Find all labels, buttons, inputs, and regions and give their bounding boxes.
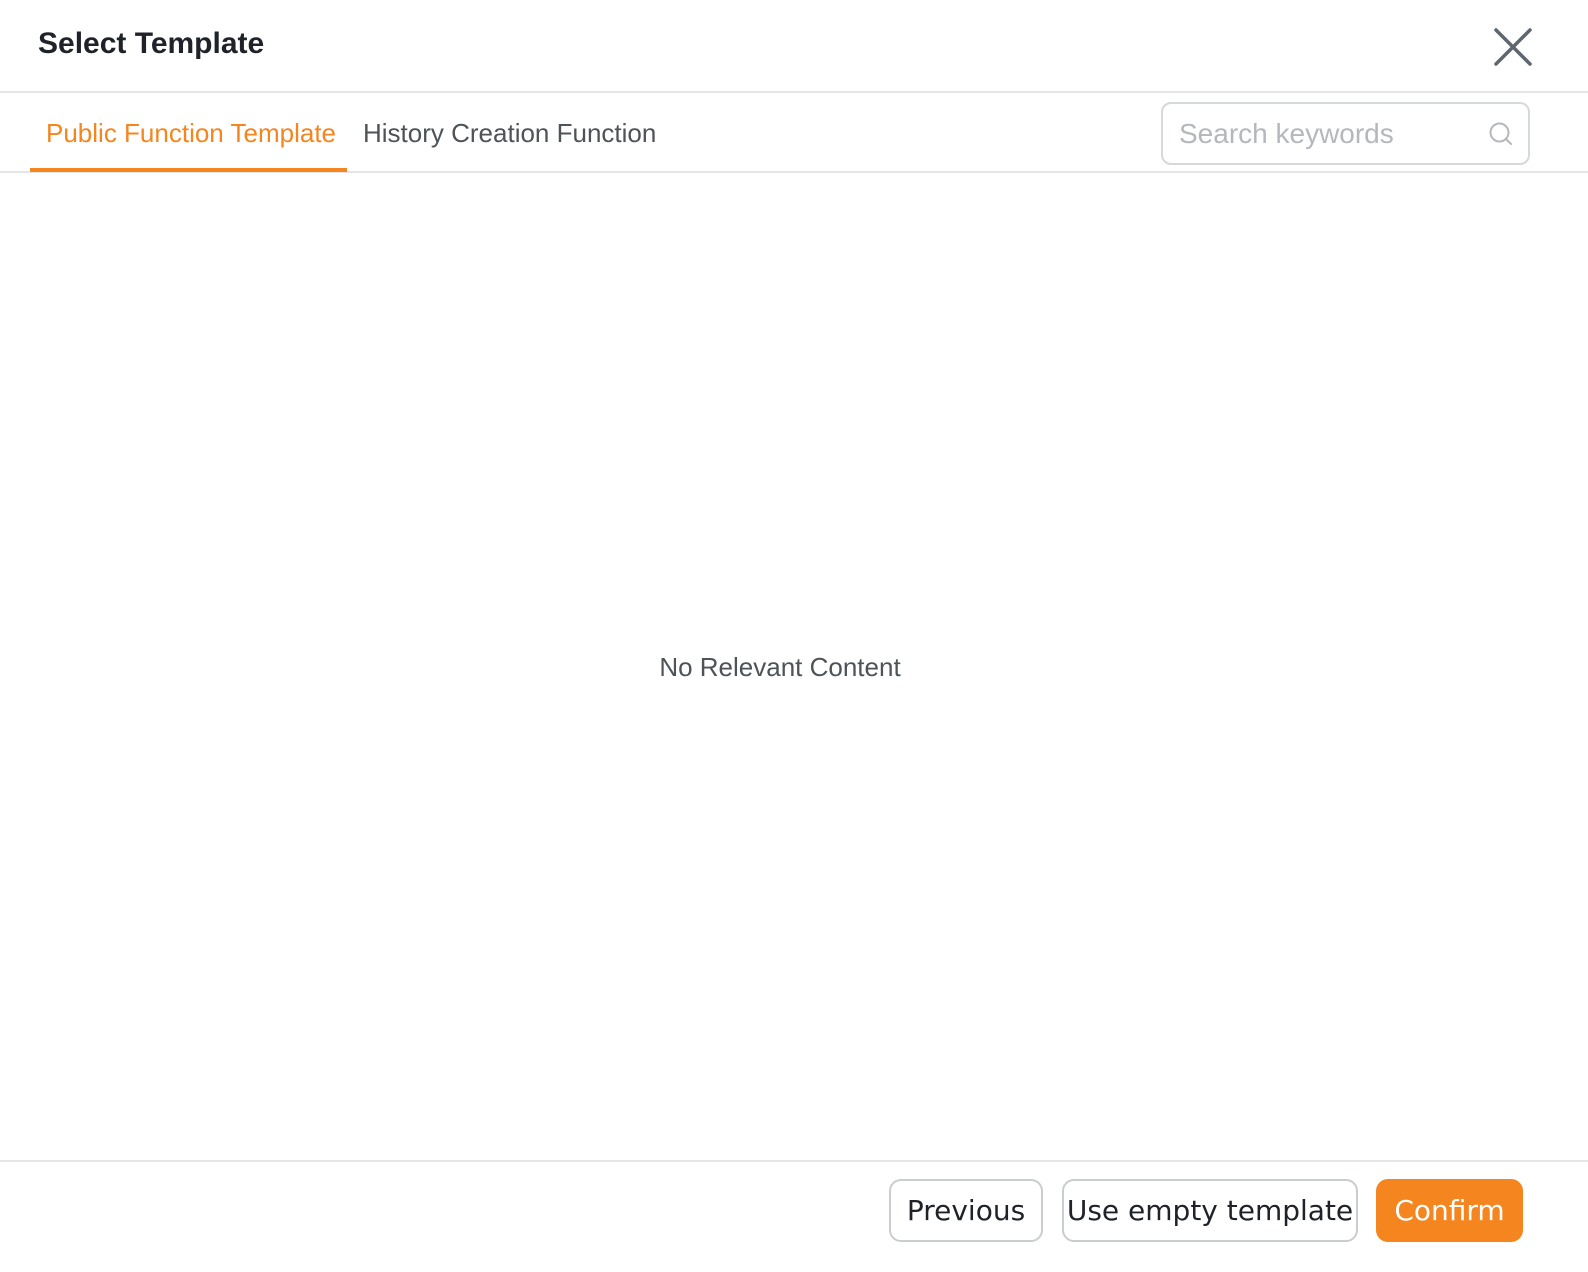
tab-public-function-template[interactable]: Public Function Template — [46, 93, 336, 171]
template-list-area: No Relevant Content — [0, 173, 1588, 1161]
tab-history-creation-function[interactable]: History Creation Function — [363, 93, 656, 171]
close-button[interactable] — [1488, 22, 1538, 72]
tabs-bar: Public Function Template History Creatio… — [0, 93, 1588, 173]
active-tab-indicator — [30, 168, 347, 172]
dialog-footer: Previous Use empty template Confirm — [0, 1160, 1588, 1272]
close-icon — [1494, 28, 1532, 66]
confirm-button[interactable]: Confirm — [1376, 1179, 1523, 1242]
use-empty-template-button[interactable]: Use empty template — [1062, 1179, 1358, 1242]
search-box — [1161, 102, 1530, 165]
empty-state-message: No Relevant Content — [659, 652, 901, 682]
dialog-header: Select Template — [0, 0, 1588, 93]
search-input[interactable] — [1179, 104, 1479, 163]
dialog-title: Select Template — [38, 27, 265, 60]
select-template-dialog: Select Template Public Function Template… — [0, 0, 1588, 1272]
search-icon[interactable] — [1488, 121, 1514, 147]
previous-button[interactable]: Previous — [889, 1179, 1043, 1242]
